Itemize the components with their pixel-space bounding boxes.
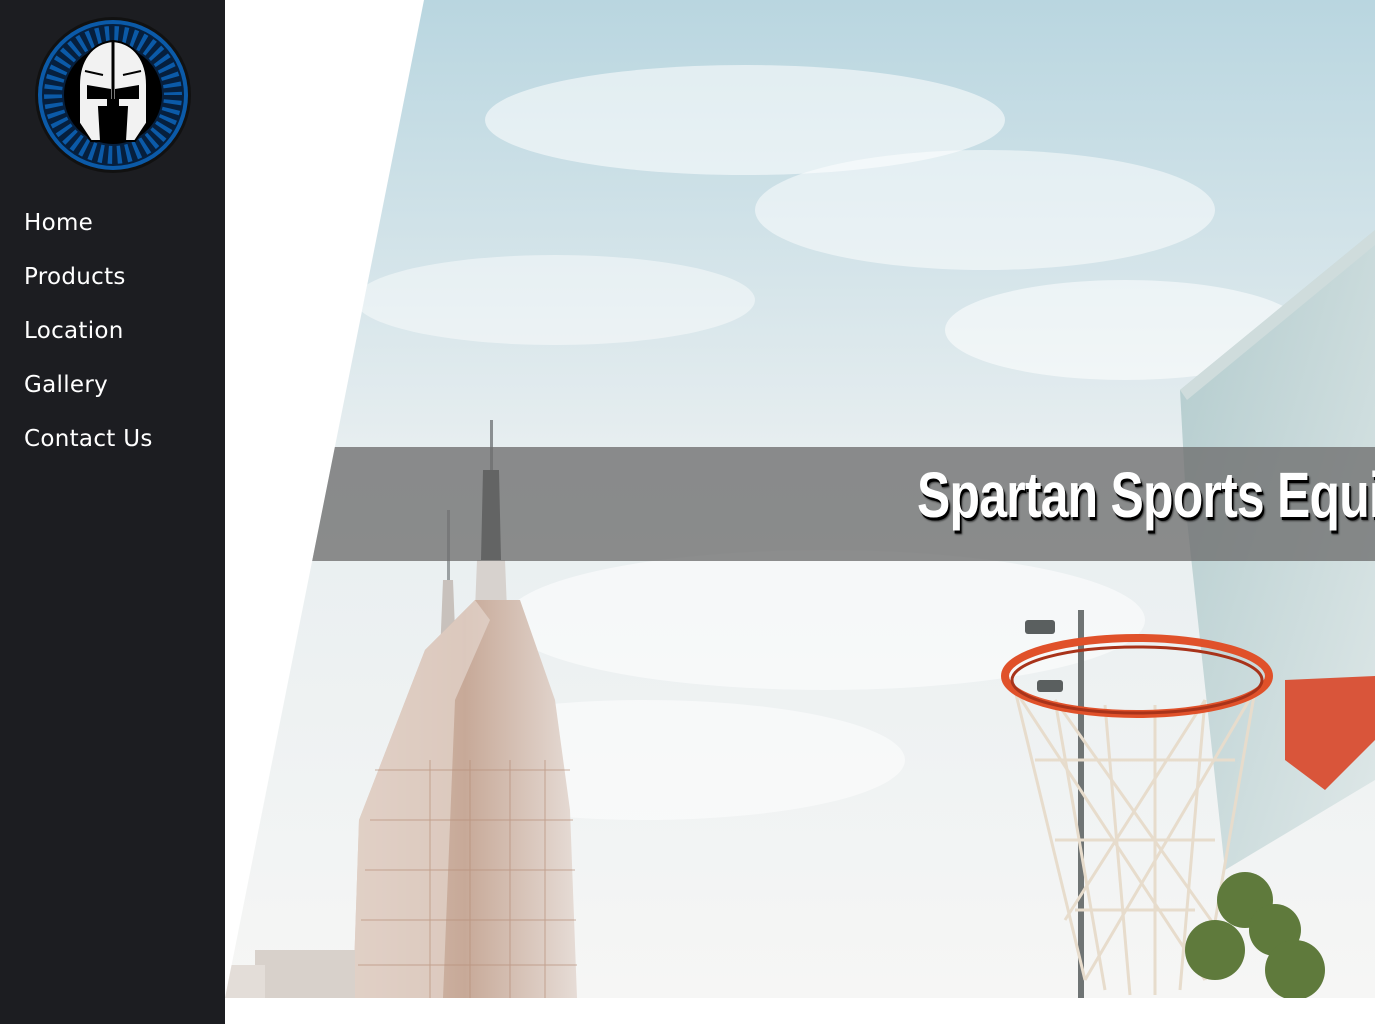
nav-link-location[interactable]: Location (24, 312, 153, 366)
nav-link-products[interactable]: Products (24, 258, 153, 312)
nav-item-gallery: Gallery (24, 366, 153, 420)
sidebar: Home Products Location Gallery Contact U… (0, 0, 225, 1024)
hero-section: Spartan Sports Equi (225, 0, 1375, 998)
nav-link-gallery[interactable]: Gallery (24, 366, 153, 420)
nav-link-contact-us[interactable]: Contact Us (24, 420, 153, 474)
spartan-helmet-icon[interactable] (33, 15, 193, 175)
nav-item-products: Products (24, 258, 153, 312)
nav-link-home[interactable]: Home (24, 204, 153, 258)
hero-title: Spartan Sports Equi (917, 459, 1375, 531)
nav-item-contact-us: Contact Us (24, 420, 153, 474)
page: Home Products Location Gallery Contact U… (0, 0, 1375, 1024)
nav-item-home: Home (24, 204, 153, 258)
nav-item-location: Location (24, 312, 153, 366)
main-nav: Home Products Location Gallery Contact U… (24, 204, 153, 474)
